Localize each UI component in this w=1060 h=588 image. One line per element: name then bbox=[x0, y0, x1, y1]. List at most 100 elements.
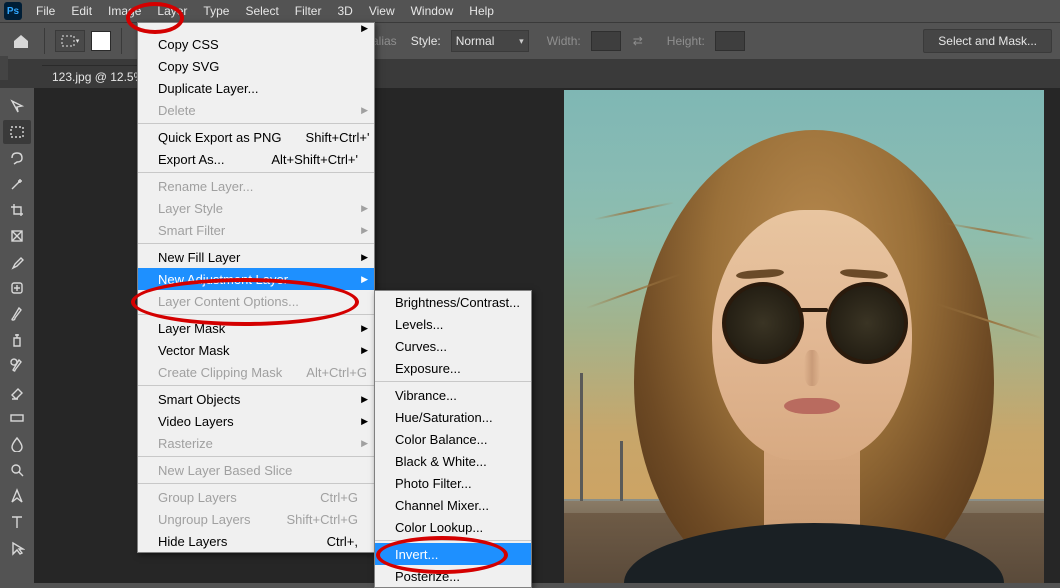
tool-healing[interactable] bbox=[3, 276, 31, 300]
adj-menu-channel-mixer[interactable]: Channel Mixer... bbox=[375, 494, 531, 516]
layer-menu-new-adjustment-layer[interactable]: New Adjustment Layer▶ bbox=[138, 268, 374, 290]
document-canvas[interactable] bbox=[564, 90, 1044, 583]
menu-edit[interactable]: Edit bbox=[63, 2, 100, 20]
adj-menu-levels[interactable]: Levels... bbox=[375, 313, 531, 335]
layer-menu-hide-layers[interactable]: Hide LayersCtrl+, bbox=[138, 530, 374, 552]
tool-frame[interactable] bbox=[3, 224, 31, 248]
menu-help[interactable]: Help bbox=[461, 2, 502, 20]
menu-item-label: Quick Export as PNG bbox=[158, 130, 282, 145]
tool-crop[interactable] bbox=[3, 198, 31, 222]
adj-menu-invert[interactable]: Invert... bbox=[375, 543, 531, 565]
layer-menu-rasterize[interactable]: Rasterize▶ bbox=[138, 432, 374, 454]
menu-window[interactable]: Window bbox=[403, 2, 462, 20]
menu-type[interactable]: Type bbox=[195, 2, 237, 20]
swap-icon[interactable]: ⇄ bbox=[633, 34, 643, 48]
menubar-items: FileEditImageLayerTypeSelectFilter3DView… bbox=[28, 2, 502, 20]
menu-item-shortcut: Shift+Ctrl+G bbox=[262, 512, 358, 527]
eyedropper-icon bbox=[9, 254, 25, 270]
adj-menu-hue-saturation[interactable]: Hue/Saturation... bbox=[375, 406, 531, 428]
menu-layer[interactable]: Layer bbox=[149, 2, 195, 20]
lasso-icon bbox=[9, 150, 25, 166]
new-selection-button[interactable] bbox=[91, 31, 111, 51]
layer-menu-duplicate-layer[interactable]: Duplicate Layer... bbox=[138, 77, 374, 99]
menu-item-label: Ungroup Layers bbox=[158, 512, 251, 527]
layer-menu-video-layers[interactable]: Video Layers▶ bbox=[138, 410, 374, 432]
photo-sunglass-lens bbox=[826, 282, 908, 364]
menu-view[interactable]: View bbox=[361, 2, 403, 20]
menu-file[interactable]: File bbox=[28, 2, 63, 20]
menu-select[interactable]: Select bbox=[237, 2, 286, 20]
submenu-arrow-icon: ▶ bbox=[361, 105, 368, 116]
home-button[interactable] bbox=[8, 28, 34, 54]
menu-image[interactable]: Image bbox=[100, 2, 149, 20]
photo-mouth bbox=[784, 398, 840, 414]
layer-menu-new-fill-layer[interactable]: New Fill Layer▶ bbox=[138, 246, 374, 268]
adj-menu-photo-filter[interactable]: Photo Filter... bbox=[375, 472, 531, 494]
tool-path-select[interactable] bbox=[3, 536, 31, 560]
adj-menu-vibrance[interactable]: Vibrance... bbox=[375, 384, 531, 406]
layer-menu-new-layer-based-slice[interactable]: New Layer Based Slice bbox=[138, 459, 374, 481]
tool-history-brush[interactable] bbox=[3, 354, 31, 378]
submenu-arrow-icon: ▶ bbox=[361, 274, 368, 285]
antialias-label-fragment: alias bbox=[372, 34, 397, 48]
tool-pen[interactable] bbox=[3, 484, 31, 508]
layer-menu-quick-export-as-png[interactable]: Quick Export as PNGShift+Ctrl+' bbox=[138, 126, 374, 148]
menu-item-label: Levels... bbox=[395, 317, 443, 332]
layer-menu-rename-layer[interactable]: Rename Layer... bbox=[138, 175, 374, 197]
tool-move[interactable] bbox=[3, 94, 31, 118]
gradient-icon bbox=[9, 410, 25, 426]
layer-menu-group-layers[interactable]: Group LayersCtrl+G bbox=[138, 486, 374, 508]
tool-gradient[interactable] bbox=[3, 406, 31, 430]
layer-menu-copy-css[interactable]: Copy CSS bbox=[138, 33, 374, 55]
menu-item-label: New Fill Layer bbox=[158, 250, 240, 265]
layer-menu-new[interactable]: ▶ bbox=[138, 23, 374, 33]
tool-clone[interactable] bbox=[3, 328, 31, 352]
layer-menu-delete[interactable]: Delete▶ bbox=[138, 99, 374, 121]
menu-3d[interactable]: 3D bbox=[329, 2, 360, 20]
tool-brush[interactable] bbox=[3, 302, 31, 326]
layer-menu-smart-filter[interactable]: Smart Filter▶ bbox=[138, 219, 374, 241]
tool-blur[interactable] bbox=[3, 432, 31, 456]
menu-item-shortcut: Ctrl+, bbox=[303, 534, 358, 549]
layer-menu-layer-mask[interactable]: Layer Mask▶ bbox=[138, 317, 374, 339]
layer-menu-ungroup-layers[interactable]: Ungroup Layers Shift+Ctrl+G bbox=[138, 508, 374, 530]
layer-menu-create-clipping-mask[interactable]: Create Clipping MaskAlt+Ctrl+G bbox=[138, 361, 374, 383]
layer-menu-layer-content-options[interactable]: Layer Content Options... bbox=[138, 290, 374, 312]
layer-menu-layer-style[interactable]: Layer Style▶ bbox=[138, 197, 374, 219]
select-and-mask-button[interactable]: Select and Mask... bbox=[923, 29, 1052, 53]
menu-item-label: Vector Mask bbox=[158, 343, 230, 358]
adj-menu-posterize[interactable]: Posterize... bbox=[375, 565, 531, 587]
marquee-tool-indicator[interactable]: ▾ bbox=[55, 30, 85, 52]
menu-item-label: Copy SVG bbox=[158, 59, 219, 74]
tool-eraser[interactable] bbox=[3, 380, 31, 404]
layer-menu-smart-objects[interactable]: Smart Objects▶ bbox=[138, 388, 374, 410]
height-field[interactable] bbox=[715, 31, 745, 51]
menu-item-label: Brightness/Contrast... bbox=[395, 295, 520, 310]
adj-menu-brightness-contrast[interactable]: Brightness/Contrast... bbox=[375, 291, 531, 313]
photo-post bbox=[620, 441, 623, 501]
tool-magic-wand[interactable] bbox=[3, 172, 31, 196]
tool-palette bbox=[0, 88, 34, 583]
adj-menu-color-balance[interactable]: Color Balance... bbox=[375, 428, 531, 450]
submenu-arrow-icon: ▶ bbox=[361, 225, 368, 236]
tool-dodge[interactable] bbox=[3, 458, 31, 482]
tool-lasso[interactable] bbox=[3, 146, 31, 170]
layer-menu-copy-svg[interactable]: Copy SVG bbox=[138, 55, 374, 77]
style-select[interactable]: Normal ▾ bbox=[451, 30, 529, 52]
layer-menu-vector-mask[interactable]: Vector Mask▶ bbox=[138, 339, 374, 361]
width-field[interactable] bbox=[591, 31, 621, 51]
adj-menu-color-lookup[interactable]: Color Lookup... bbox=[375, 516, 531, 538]
menu-item-shortcut: Ctrl+G bbox=[296, 490, 358, 505]
tool-type[interactable] bbox=[3, 510, 31, 534]
menubar: Ps FileEditImageLayerTypeSelectFilter3DV… bbox=[0, 0, 1060, 23]
width-label: Width: bbox=[547, 34, 581, 48]
dodge-icon bbox=[9, 462, 25, 478]
tool-eyedropper[interactable] bbox=[3, 250, 31, 274]
layer-menu-export-as[interactable]: Export As...Alt+Shift+Ctrl+' bbox=[138, 148, 374, 170]
menu-filter[interactable]: Filter bbox=[287, 2, 330, 20]
magic-wand-icon bbox=[9, 176, 25, 192]
adj-menu-curves[interactable]: Curves... bbox=[375, 335, 531, 357]
adj-menu-exposure[interactable]: Exposure... bbox=[375, 357, 531, 379]
tool-marquee[interactable] bbox=[3, 120, 31, 144]
adj-menu-black-white[interactable]: Black & White... bbox=[375, 450, 531, 472]
